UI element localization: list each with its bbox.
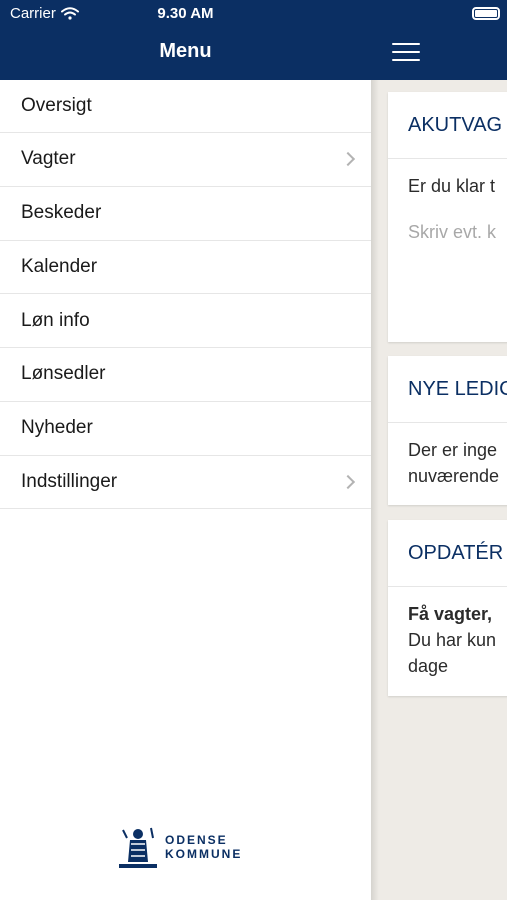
card-text-line-1: Du har kun (408, 630, 497, 650)
card-opdater[interactable]: OPDATÉR Få vagter, Du har kun dage (388, 520, 507, 696)
menu-list: Oversigt Vagter Beskeder Kalender Løn info Lø… (0, 80, 371, 510)
card-nye-ledige[interactable]: NYE LEDIC Der er inge nuværende (388, 356, 507, 505)
menu-item-label: Kalender (21, 255, 98, 277)
card-title: OPDATÉR (388, 520, 507, 587)
menu-item-lønsedler[interactable]: Lønsedler (0, 347, 371, 401)
menu-item-oversigt[interactable]: Oversigt (0, 80, 371, 132)
menu-item-label: Lønsedler (21, 363, 106, 385)
menu-item-label: Nyheder (21, 417, 93, 439)
card-bold-line: Få vagter, (408, 604, 493, 624)
menu-item-kalender[interactable]: Kalender (0, 239, 371, 294)
menu-item-label: Indstillinger (21, 470, 118, 492)
menu-item-label: Løn info (21, 309, 90, 331)
menu-item-label: Vagter (21, 148, 76, 170)
card-text: Er du klar t (408, 176, 496, 196)
card-text-line-1: Der er inge (408, 440, 498, 460)
card-text-line-2: dage (408, 656, 449, 676)
chevron-right-icon (340, 474, 356, 489)
menu-item-indstillinger[interactable]: Indstillinger (0, 454, 371, 509)
menu-item-label: Oversigt (21, 95, 92, 116)
status-time: 9.30 AM (157, 5, 214, 22)
battery-icon (472, 7, 500, 20)
logo-wordmark: ODENSE KOMMUNE (165, 833, 242, 861)
page-title: Menu (159, 40, 212, 62)
card-title: NYE LEDIC (388, 356, 507, 423)
coat-of-arms-icon (119, 827, 157, 868)
menu-item-label: Beskeder (21, 202, 102, 224)
logo-line-1: ODENSE (165, 833, 228, 847)
comment-input[interactable]: Skriv evt. k (408, 219, 507, 245)
panel-shadow (371, 80, 379, 900)
logo-line-2: KOMMUNE (165, 847, 243, 861)
card-text-line-2: nuværende (408, 466, 500, 486)
menu-item-vagter[interactable]: Vagter (0, 132, 371, 186)
chevron-right-icon (340, 152, 356, 167)
main-content: AKUTVAG Er du klar t Skriv evt. k NYE LE… (371, 80, 507, 900)
menu-item-nyheder[interactable]: Nyheder (0, 400, 371, 455)
side-menu: Oversigt Vagter Beskeder Kalender Løn info Lø… (0, 80, 371, 900)
menu-item-løn-info[interactable]: Løn info (0, 293, 371, 347)
hamburger-icon[interactable] (392, 43, 420, 61)
status-bar: Carrier 9.30 AM (0, 0, 507, 28)
card-title: AKUTVAG (388, 92, 507, 159)
odense-kommune-logo: ODENSE KOMMUNE (119, 824, 242, 870)
card-akutvagt[interactable]: AKUTVAG Er du klar t Skriv evt. k (388, 92, 507, 342)
menu-item-beskeder[interactable]: Beskeder (0, 185, 371, 240)
